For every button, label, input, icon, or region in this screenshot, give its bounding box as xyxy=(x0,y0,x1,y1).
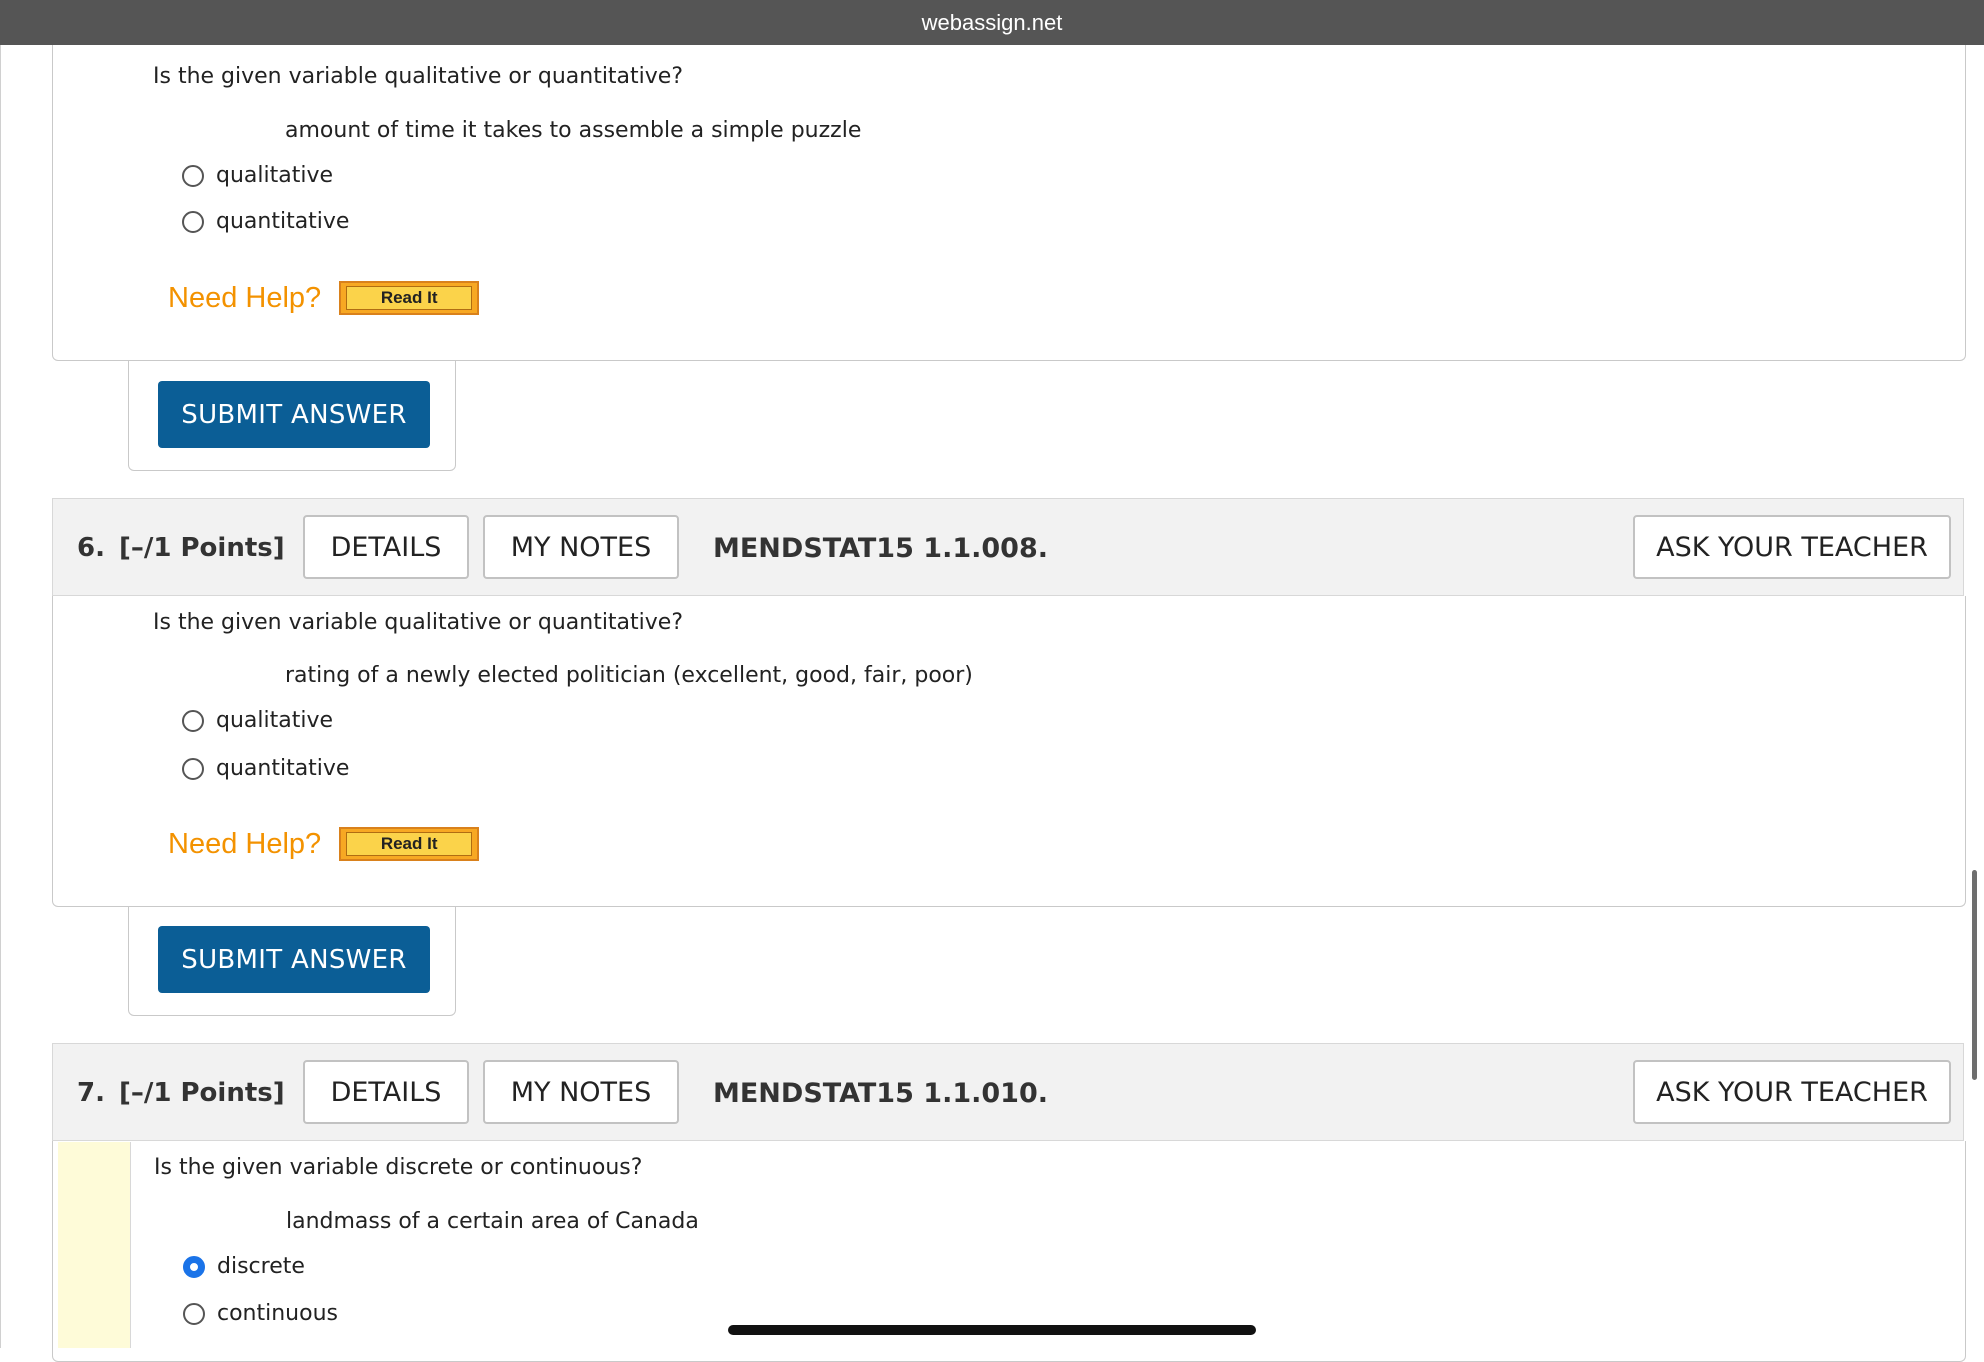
q6-details-button[interactable]: DETAILS xyxy=(303,515,469,579)
q6-option-qualitative[interactable]: qualitative xyxy=(182,708,333,733)
radio-button[interactable] xyxy=(182,164,204,187)
q7-my-notes-button[interactable]: MY NOTES xyxy=(483,1060,679,1124)
q6-submit-button[interactable]: SUBMIT ANSWER xyxy=(158,926,430,993)
q6-header: 6. [–/1 Points] DETAILS MY NOTES MENDSTA… xyxy=(52,498,1964,596)
home-indicator[interactable] xyxy=(728,1325,1256,1335)
q5-need-help: Need Help? Read It xyxy=(168,281,480,315)
need-help-label: Need Help? xyxy=(168,827,322,860)
q7-number-points: 7. [–/1 Points] xyxy=(77,1044,285,1142)
browser-address-bar[interactable]: webassign.net xyxy=(0,0,1984,45)
q7-details-button[interactable]: DETAILS xyxy=(303,1060,469,1124)
option-label: quantitative xyxy=(216,756,350,781)
q6-number-points: 6. [–/1 Points] xyxy=(77,499,285,597)
read-it-label: Read It xyxy=(346,832,473,856)
option-label: continuous xyxy=(217,1301,338,1326)
q7-option-discrete[interactable]: discrete xyxy=(183,1254,305,1279)
read-it-label: Read It xyxy=(346,286,473,310)
radio-button[interactable] xyxy=(183,1302,205,1325)
q7-ask-teacher-button[interactable]: ASK YOUR TEACHER xyxy=(1633,1060,1951,1124)
radio-button[interactable] xyxy=(182,210,204,233)
q7-header: 7. [–/1 Points] DETAILS MY NOTES MENDSTA… xyxy=(52,1043,1964,1141)
option-label: quantitative xyxy=(216,209,350,234)
q7-prompt: Is the given variable discrete or contin… xyxy=(154,1155,643,1180)
q7-option-continuous[interactable]: continuous xyxy=(183,1301,338,1326)
q7-number: 7. xyxy=(77,1078,105,1108)
read-it-button[interactable]: Read It xyxy=(339,827,480,861)
q5-submit-button[interactable]: SUBMIT ANSWER xyxy=(158,381,430,448)
read-it-button[interactable]: Read It xyxy=(339,281,480,315)
url-text: webassign.net xyxy=(921,9,1063,35)
q6-code: MENDSTAT15 1.1.008. xyxy=(713,532,1048,564)
q6-ask-teacher-button[interactable]: ASK YOUR TEACHER xyxy=(1633,515,1951,579)
option-label: qualitative xyxy=(216,708,334,733)
option-label: qualitative xyxy=(216,163,334,188)
q5-variable: amount of time it takes to assemble a si… xyxy=(285,118,862,143)
vertical-scrollbar[interactable] xyxy=(1972,870,1977,1080)
option-label: discrete xyxy=(217,1254,305,1279)
radio-button-selected[interactable] xyxy=(183,1255,205,1278)
q7-answer-status-strip xyxy=(58,1142,131,1348)
q6-number: 6. xyxy=(77,533,105,563)
q7-code: MENDSTAT15 1.1.010. xyxy=(713,1077,1048,1109)
need-help-label: Need Help? xyxy=(168,281,322,314)
q7-points: [–/1 Points] xyxy=(118,1078,285,1108)
page-left-border xyxy=(0,45,1,1348)
q6-my-notes-button[interactable]: MY NOTES xyxy=(483,515,679,579)
q6-option-quantitative[interactable]: quantitative xyxy=(182,756,349,781)
radio-button[interactable] xyxy=(182,709,204,732)
q5-prompt: Is the given variable qualitative or qua… xyxy=(153,64,684,89)
q6-need-help: Need Help? Read It xyxy=(168,827,480,861)
q6-variable: rating of a newly elected politician (ex… xyxy=(285,663,973,688)
radio-button[interactable] xyxy=(182,757,204,780)
q7-variable: landmass of a certain area of Canada xyxy=(286,1209,699,1234)
q6-prompt: Is the given variable qualitative or qua… xyxy=(153,610,684,635)
q5-option-quantitative[interactable]: quantitative xyxy=(182,209,349,234)
q5-option-qualitative[interactable]: qualitative xyxy=(182,163,333,188)
q6-points: [–/1 Points] xyxy=(118,533,285,563)
